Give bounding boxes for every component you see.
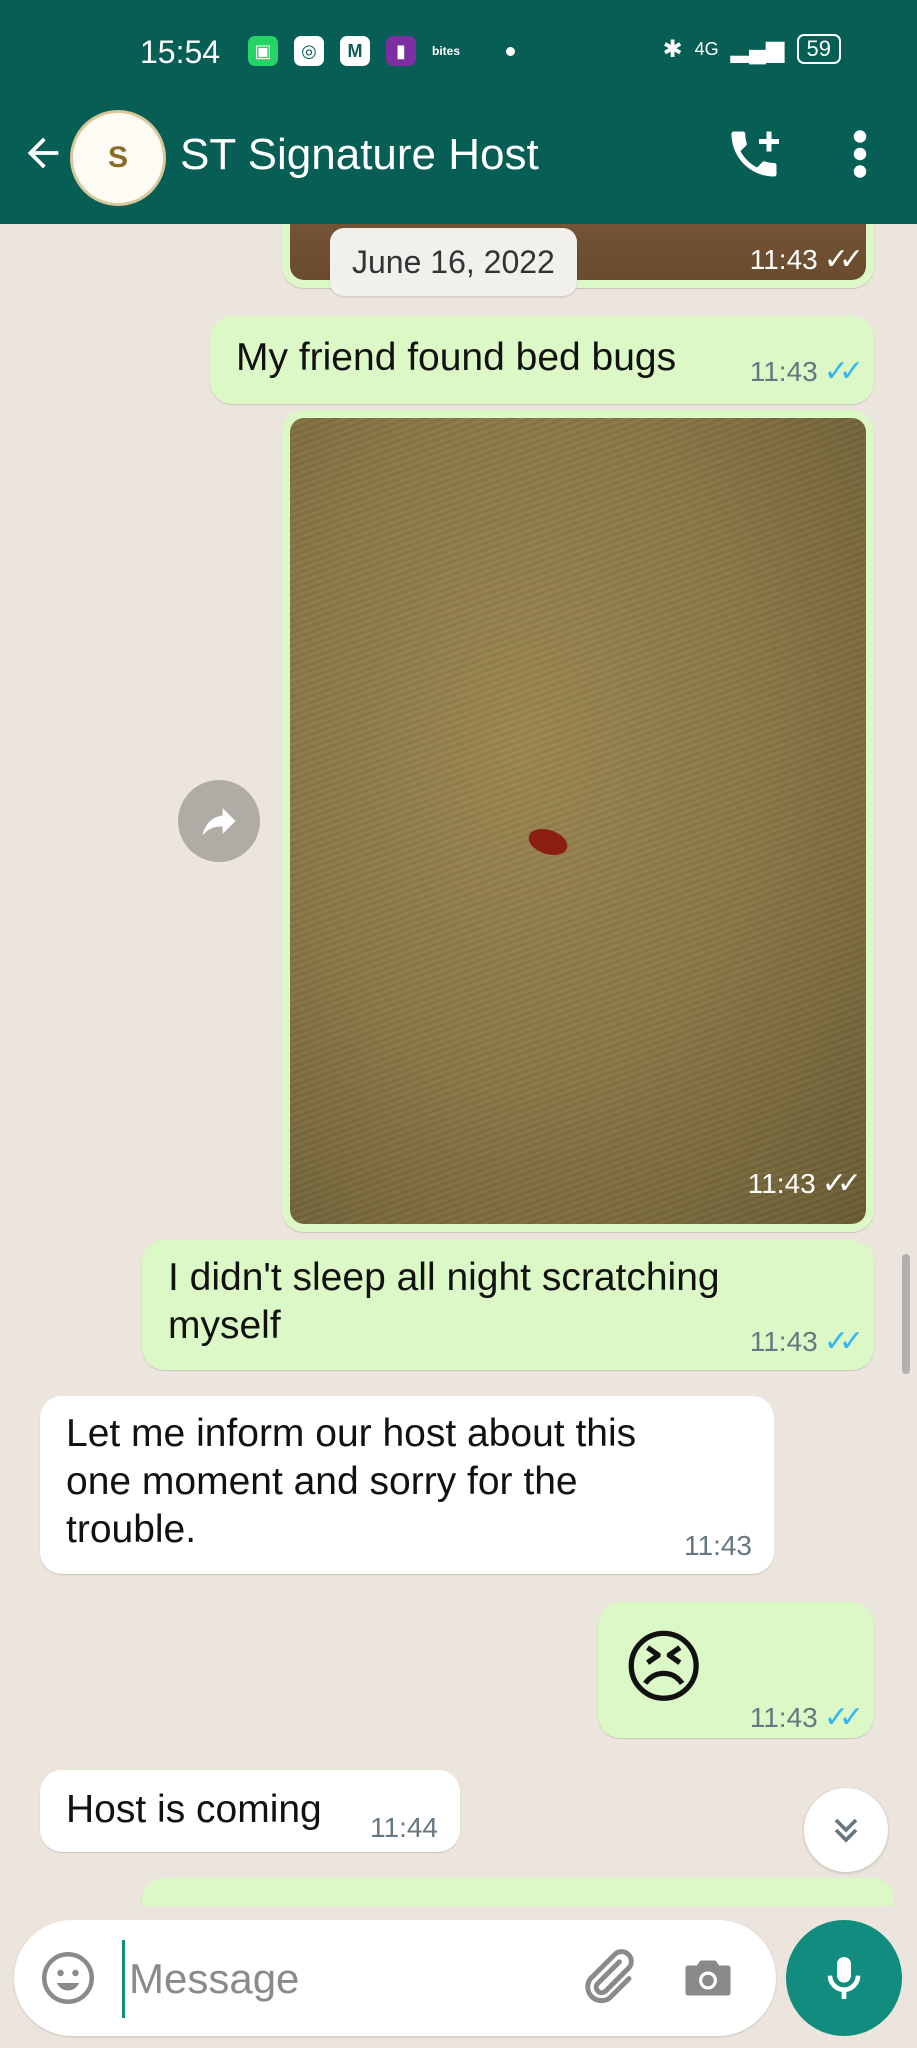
message-image-bedbug-photo[interactable]: 11:43 ✓✓ xyxy=(290,418,866,1224)
date-separator: June 16, 2022 xyxy=(330,228,577,296)
read-ticks-icon: ✓✓ xyxy=(823,243,864,276)
chat-header: S ST Signature Host xyxy=(0,110,917,224)
scrollbar-thumb[interactable] xyxy=(902,1254,910,1374)
message-emoji-bubble[interactable]: 😣 11:43 ✓✓ xyxy=(598,1602,874,1738)
emoji-persevering-face: 😣 xyxy=(622,1623,706,1712)
bites-notification-icon: bites xyxy=(432,44,461,58)
message-text: Let me inform our host about this one mo… xyxy=(66,1412,637,1551)
message-meta: 11:44 xyxy=(370,1804,438,1852)
mic-icon[interactable] xyxy=(786,1920,902,2036)
attach-icon[interactable] xyxy=(574,1944,640,2010)
message-bubble-incoming[interactable]: Host is coming 11:44 xyxy=(40,1770,460,1852)
read-ticks-icon: ✓✓ xyxy=(823,1325,864,1358)
message-meta: 11:43 ✓✓ xyxy=(749,348,864,396)
status-time: 15:54 xyxy=(140,34,221,70)
battery-icon: 59 xyxy=(796,34,841,64)
more-vert-icon[interactable] xyxy=(848,124,872,184)
message-time: 11:43 xyxy=(749,244,818,275)
camera-icon[interactable] xyxy=(678,1948,738,2008)
scroll-down-icon[interactable] xyxy=(804,1788,888,1872)
message-bubble-partial[interactable] xyxy=(142,1878,894,1906)
emoji-icon[interactable] xyxy=(38,1948,98,2008)
back-arrow-icon[interactable] xyxy=(20,130,66,192)
gmail-notification-icon: M xyxy=(340,36,370,66)
message-bubble[interactable]: My friend found bed bugs 11:43 ✓✓ xyxy=(210,316,874,404)
message-meta: 11:43 ✓✓ xyxy=(749,1318,864,1366)
message-bubble[interactable]: I didn't sleep all night scratching myse… xyxy=(142,1240,874,1370)
message-time: 11:43 xyxy=(749,1702,818,1733)
bluetooth-icon: ✱ xyxy=(662,35,683,63)
app-notification-icon: ▮ xyxy=(386,36,416,66)
message-text: My friend found bed bugs xyxy=(236,336,677,379)
message-time: 11:43 xyxy=(684,1530,752,1561)
messages-notification-icon: ▣ xyxy=(248,36,278,66)
message-meta: 11:43 ✓✓ xyxy=(747,1166,862,1201)
message-meta: 11:43 ✓✓ xyxy=(749,1694,864,1742)
contact-name[interactable]: ST Signature Host xyxy=(180,124,539,186)
message-input[interactable] xyxy=(122,1940,561,2018)
message-composer xyxy=(14,1920,776,2036)
photo-texture xyxy=(290,418,866,1224)
status-bar: 15:54 ▣ ◎ M ▮ bites ✱ 4G ▂▄▆ 59 xyxy=(0,0,917,110)
message-time: 11:44 xyxy=(370,1812,438,1843)
avatar-initial: S xyxy=(107,141,128,174)
network-label: 4G xyxy=(694,38,719,59)
message-time: 11:43 xyxy=(749,356,818,387)
instagram-notification-icon: ◎ xyxy=(294,36,324,66)
read-ticks-icon: ✓✓ xyxy=(821,1167,862,1200)
contact-avatar[interactable]: S xyxy=(70,110,166,206)
message-text: I didn't sleep all night scratching myse… xyxy=(168,1256,720,1347)
add-call-icon[interactable] xyxy=(724,124,784,184)
forward-icon[interactable] xyxy=(178,780,260,862)
message-time: 11:43 xyxy=(747,1167,816,1199)
message-meta: 11:43 xyxy=(684,1522,752,1570)
message-bubble-incoming[interactable]: Let me inform our host about this one mo… xyxy=(40,1396,774,1574)
message-text: Host is coming xyxy=(66,1788,322,1831)
signal-icon: ▂▄▆ xyxy=(730,35,785,63)
message-meta: 11:43 ✓✓ xyxy=(749,236,864,284)
read-ticks-icon: ✓✓ xyxy=(823,1701,864,1734)
read-ticks-icon: ✓✓ xyxy=(823,355,864,388)
system-icons: ✱ 4G ▂▄▆ 59 xyxy=(662,34,841,64)
chat-messages[interactable]: 11:43 ✓✓ June 16, 2022 My friend found b… xyxy=(0,224,917,1906)
message-time: 11:43 xyxy=(749,1326,818,1357)
notification-icons: ▣ ◎ M ▮ bites xyxy=(248,36,516,66)
more-notifications-dot-icon xyxy=(506,46,516,56)
